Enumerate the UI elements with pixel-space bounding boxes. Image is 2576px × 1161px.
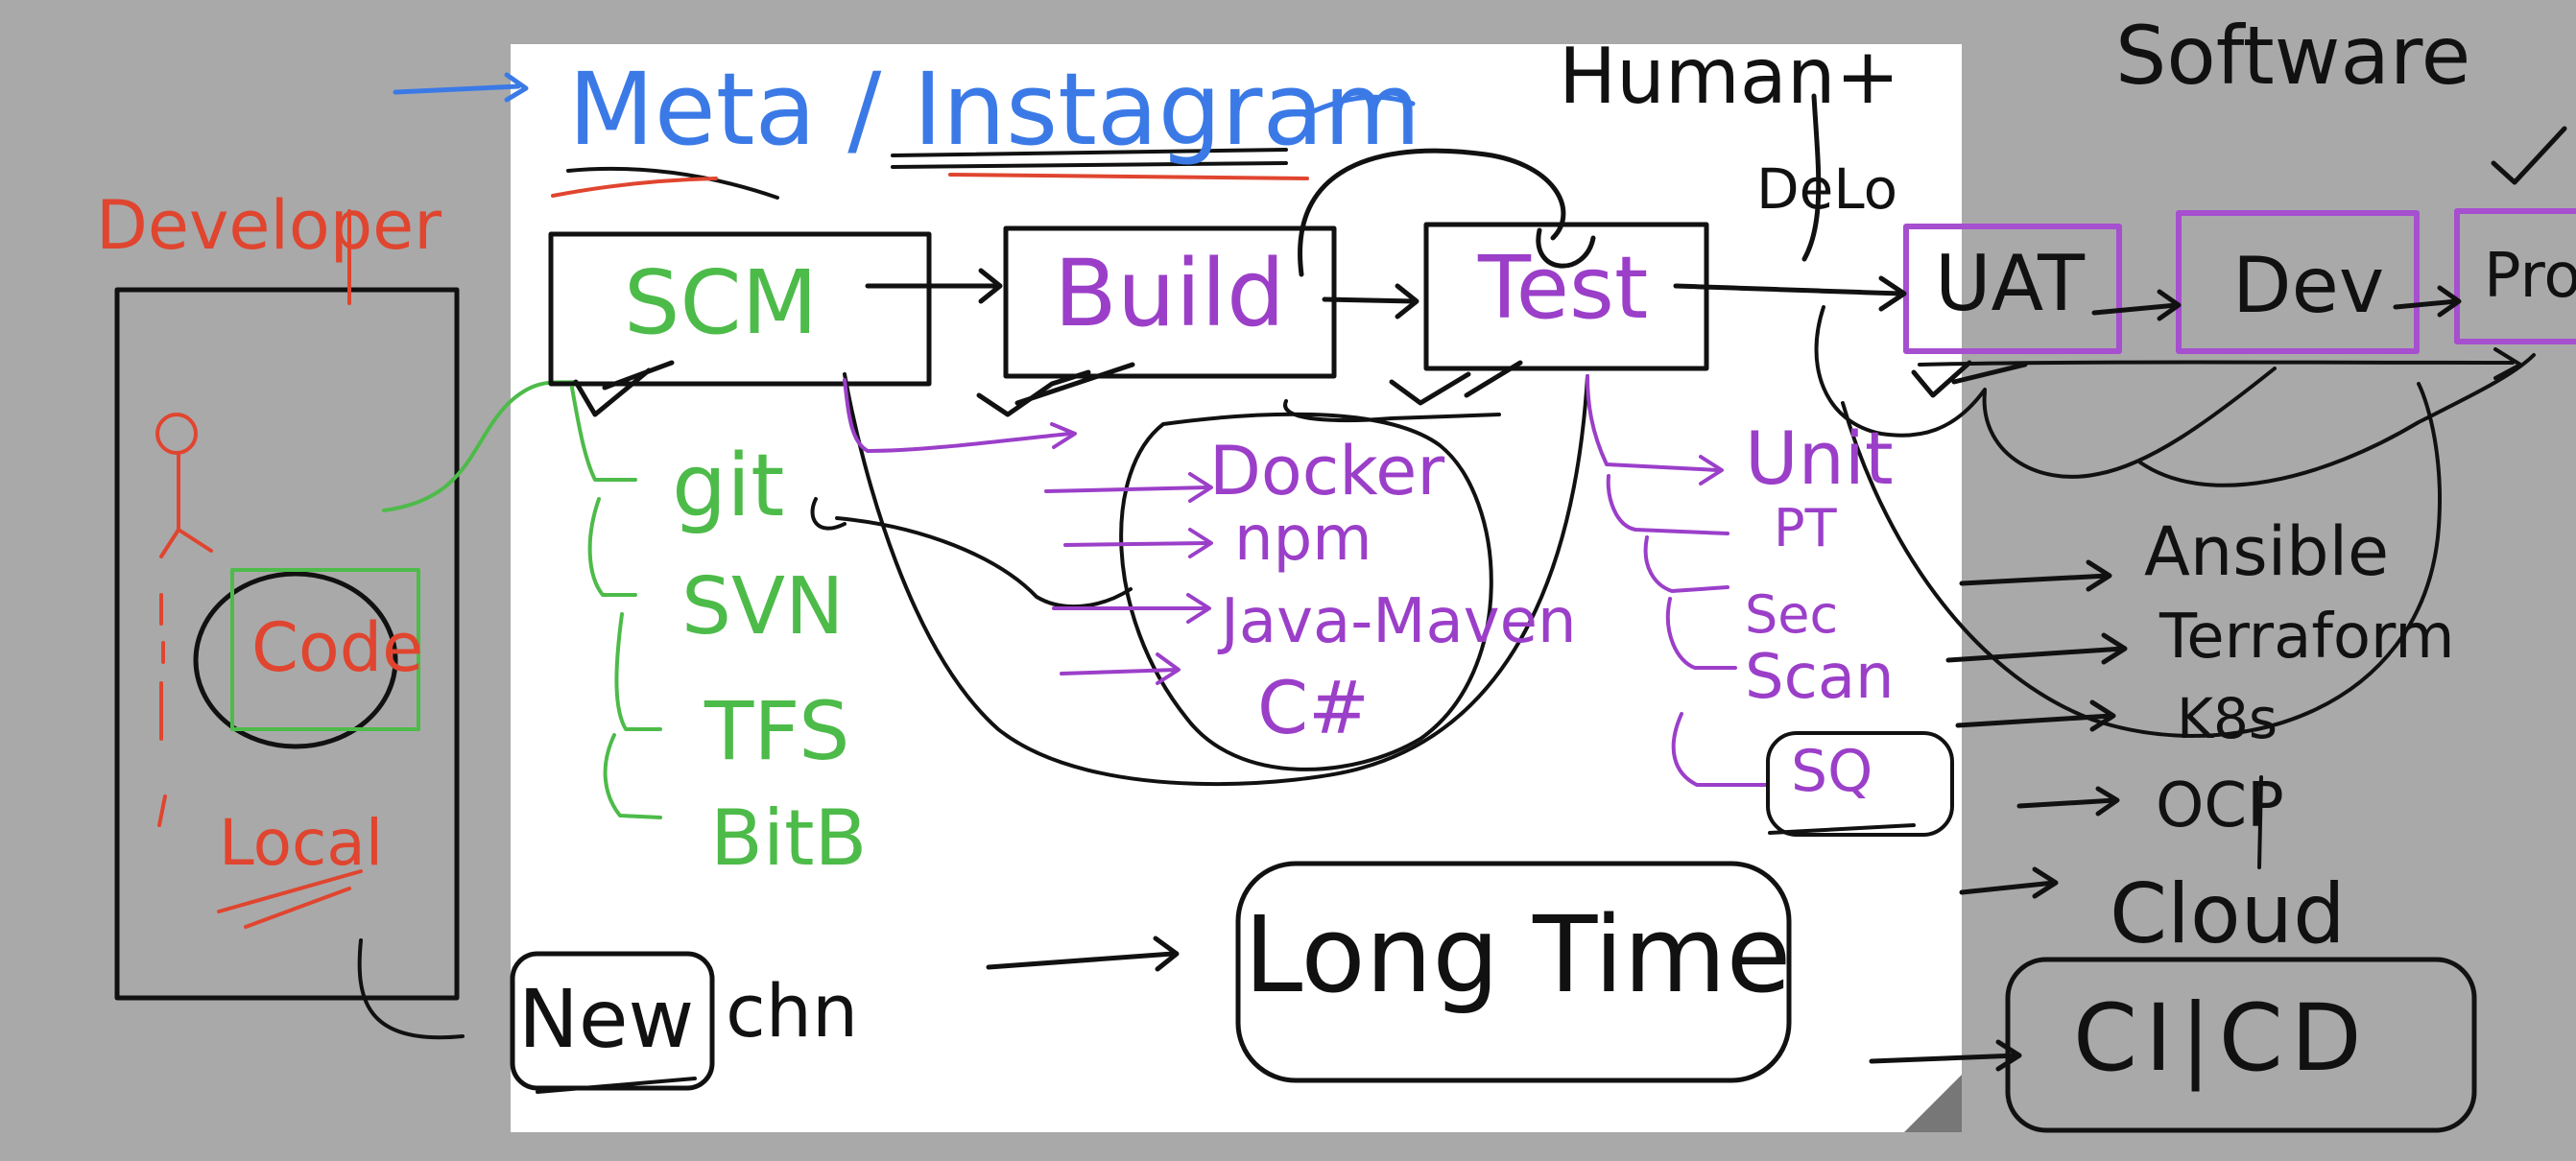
devops-label: DeLo [1756, 156, 1898, 222]
new-change-to-long-time-arrow [986, 951, 1176, 970]
new-change-label: New [518, 972, 695, 1066]
scm-tool-branches [570, 386, 662, 819]
scm-tool-svn: SVN [681, 561, 845, 652]
deploy-tool-ocp: OCP [2156, 770, 2284, 841]
scm-tool-git: git [672, 436, 785, 536]
local-label: Local [219, 806, 384, 880]
sq-underline [1768, 823, 1916, 835]
build-tool-csharp: C# [1257, 665, 1370, 750]
scm-tool-bitbucket: BitB [710, 794, 868, 883]
build-tool-npm: npm [1234, 504, 1372, 575]
code-label: Code [251, 608, 424, 687]
test-tool-unit: Unit [1745, 415, 1894, 501]
prod-label: Prod [2484, 241, 2576, 312]
build-tool-docker: Docker [1209, 432, 1445, 510]
scm-tool-tfs: TFS [704, 684, 850, 778]
build-connectors [810, 372, 1589, 787]
test-tool-sq: SQ [1791, 738, 1873, 805]
dev-label: Dev [2232, 241, 2385, 330]
build-tool-arrows [843, 378, 1213, 685]
whiteboard-canvas: Meta / Instagram Human+ Software DeLo De… [0, 0, 2576, 1161]
software-label: Software [2115, 9, 2471, 103]
deploy-tool-ansible: Ansible [2144, 512, 2390, 591]
developer-stick-figure [155, 413, 213, 827]
long-time-label: Long Time [1244, 893, 1792, 1016]
test-label: Test [1478, 238, 1649, 339]
test-tool-pt: PT [1774, 498, 1837, 558]
deploy-tool-k8s: K8s [2177, 686, 2278, 751]
build-label: Build [1054, 240, 1285, 347]
change-suffix-label: chn [726, 968, 859, 1054]
scm-label: SCM [624, 251, 819, 354]
test-tool-scan: Scan [1745, 642, 1895, 713]
code-to-scm-arrow [382, 380, 578, 512]
company-title: Meta / Instagram [568, 51, 1421, 168]
local-to-new-change-line [357, 938, 465, 1040]
build-tool-java-maven: Java-Maven [1221, 586, 1577, 657]
cicd-label: CI|CD [2073, 984, 2370, 1092]
developer-title: Developer [96, 186, 442, 265]
deploy-tool-terraform: Terraform [2159, 602, 2455, 673]
deploy-tool-cloud: Cloud [2110, 866, 2346, 962]
uat-label: UAT [1935, 239, 2085, 328]
humans-label: Human+ [1559, 32, 1900, 121]
test-tool-branches [1586, 374, 1768, 787]
test-tool-sec: Sec [1745, 584, 1839, 645]
